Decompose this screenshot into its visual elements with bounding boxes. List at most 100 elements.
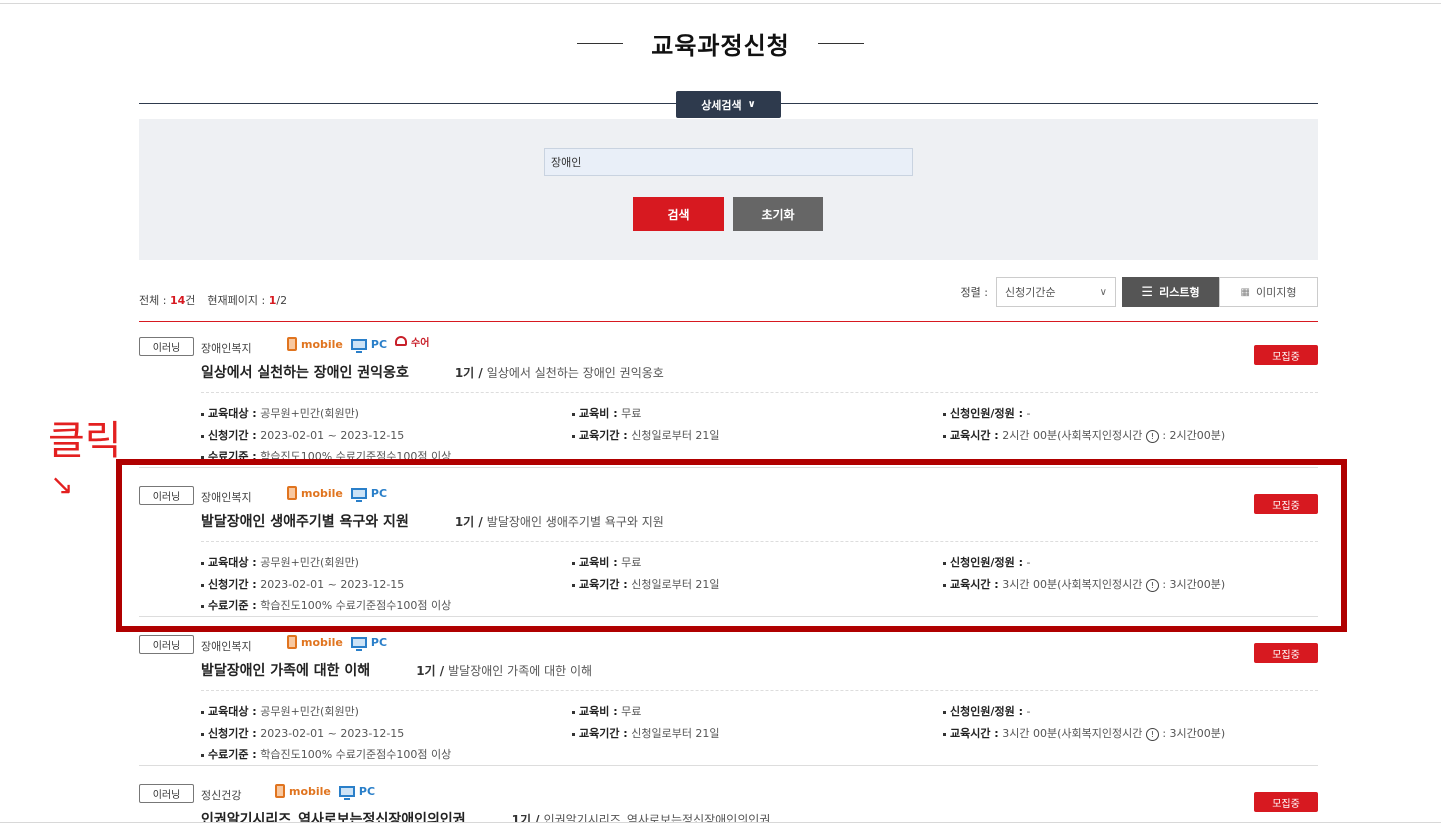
page-total: /2 [276,294,288,307]
info-icon[interactable]: ! [1145,429,1159,443]
course-type-tag: 이러닝 [139,635,194,654]
list-icon: ☰ [1141,284,1154,300]
pc-badge: PC [350,635,388,651]
course-divider [201,690,1318,691]
pc-label: PC [370,635,388,649]
course-type-tag: 이러닝 [139,337,194,356]
mobile-icon [275,784,285,798]
sign-language-icon [395,336,408,346]
total-unit: 건 [185,294,196,307]
course-subtitle: 인권알기시리즈_역사로보는정신장애인의인권 [543,813,771,822]
sort-selected: 신청기간순 [1005,286,1056,299]
reset-button[interactable]: 초기화 [733,197,823,231]
bottom-divider [0,822,1441,823]
view-list-label: 리스트형 [1159,286,1200,299]
info-edu-time: 교육시간 : 2시간 00분(사회복지인정시간 ! : 2시간00분) [943,427,1225,443]
info-completion: 수료기준 : 학습진도100% 수료기준점수100점 이상 [201,746,451,762]
search-panel [139,119,1318,260]
pc-icon [350,338,367,353]
page-indicator: 현재페이지 : 1/2 [207,292,287,308]
info-fee: 교육비 : 무료 [572,703,641,719]
course-type-tag: 이러닝 [139,784,194,803]
mobile-label: mobile [301,635,343,649]
top-divider [0,3,1441,4]
info-edu-period: 교육기간 : 신청일로부터 21일 [572,427,720,443]
course-item[interactable]: 이러닝 장애인복지 mobile PC 수어 모집중 일상에서 실천하는 장애인… [139,322,1318,468]
course-divider [201,392,1318,393]
status-badge: 모집중 [1254,792,1318,812]
course-badges: mobile PC [287,635,388,651]
chevron-down-icon: ∨ [747,99,756,110]
mobile-badge: mobile [287,635,343,649]
total-count-value: 14 [169,294,186,307]
mobile-icon [287,635,297,649]
info-edu-period: 교육기간 : 신청일로부터 21일 [572,725,720,741]
course-title-row: 일상에서 실천하는 장애인 권익옹호 1기 / 일상에서 실천하는 장애인 권익… [201,362,664,382]
page-header: 교육과정신청 [0,26,1441,60]
course-term: 1기 / [416,664,445,678]
pc-label: PC [358,784,376,798]
title-left-dash [577,42,624,44]
pc-badge: PC [350,337,388,353]
sign-label: 수어 [411,337,430,349]
result-summary: 전체 : 14건 현재페이지 : 1/2 [139,292,287,308]
info-target: 교육대상 : 공무원+민간(회원만) [201,703,359,719]
title-right-dash [817,42,864,44]
course-title[interactable]: 발달장애인 가족에 대한 이해 [201,660,370,680]
course-term: 1기 / [511,813,540,822]
view-list-button[interactable]: ☰ 리스트형 [1122,277,1219,307]
course-category: 장애인복지 [201,342,252,355]
course-category: 장애인복지 [201,640,252,653]
total-count: 전체 : 14건 [139,292,195,308]
grid-icon: ▦ [1240,286,1250,298]
mobile-badge: mobile [275,784,331,798]
course-term: 1기 / [454,366,483,380]
course-badges: mobile PC 수어 [287,334,429,353]
page-label: 현재페이지 : [207,294,266,307]
status-badge: 모집중 [1254,643,1318,663]
sort-controls: 정렬 : 신청기간순 ∨ ☰ 리스트형 ▦ 이미지형 [961,277,1318,307]
info-edu-time: 교육시간 : 3시간 00분(사회복지인정시간 ! : 3시간00분) [943,725,1225,741]
info-icon[interactable]: ! [1145,727,1159,741]
info-apply-period: 신청기간 : 2023-02-01 ~ 2023-12-15 [201,427,404,443]
click-highlight-box [116,459,1347,632]
view-image-label: 이미지형 [1255,286,1297,299]
info-target: 교육대상 : 공무원+민간(회원만) [201,405,359,421]
course-category: 정신건강 [201,789,242,802]
search-button[interactable]: 검색 [633,197,724,231]
info-capacity: 신청인원/정원 : - [943,703,1030,719]
status-badge: 모집중 [1254,345,1318,365]
info-apply-period: 신청기간 : 2023-02-01 ~ 2023-12-15 [201,725,404,741]
sign-language-badge: 수어 [395,334,429,349]
info-fee: 교육비 : 무료 [572,405,641,421]
keyword-input[interactable] [544,148,913,176]
arrow-icon: ↘ [50,468,74,501]
detail-search-toggle[interactable]: 상세검색 ∨ [676,91,781,118]
pc-badge: PC [338,784,376,800]
mobile-label: mobile [301,337,343,351]
info-capacity: 신청인원/정원 : - [943,405,1030,421]
chevron-down-icon: ∨ [1099,286,1107,298]
total-label: 전체 : [139,294,167,307]
course-item[interactable]: 이러닝 장애인복지 mobile PC 모집중 발달장애인 가족에 대한 이해 … [139,620,1318,766]
course-title-row: 발달장애인 가족에 대한 이해 1기 / 발달장애인 가족에 대한 이해 [201,660,592,680]
course-title-row: 인권알기시리즈_역사로보는정신장애인의인권 1기 / 인권알기시리즈_역사로보는… [201,809,770,822]
mobile-icon [287,337,297,351]
course-item[interactable]: 이러닝 정신건강 mobile PC 모집중 인권알기시리즈_역사로보는정신장애… [139,769,1318,822]
course-subtitle: 일상에서 실천하는 장애인 권익옹호 [486,366,664,380]
mobile-badge: mobile [287,337,343,351]
sort-select[interactable]: 신청기간순 ∨ [996,277,1116,307]
course-subtitle: 발달장애인 가족에 대한 이해 [448,664,593,678]
course-badges: mobile PC [275,784,376,800]
mobile-label: mobile [289,784,331,798]
sort-label: 정렬 : [960,286,988,299]
course-title[interactable]: 인권알기시리즈_역사로보는정신장애인의인권 [201,809,466,822]
pc-label: PC [370,337,388,351]
page-title: 교육과정신청 [651,31,790,60]
pc-icon [350,636,367,651]
view-image-button[interactable]: ▦ 이미지형 [1219,277,1318,307]
course-title[interactable]: 일상에서 실천하는 장애인 권익옹호 [201,362,409,382]
pc-icon [338,785,355,800]
detail-search-label: 상세검색 [701,98,742,112]
click-annotation: 클릭 [48,418,122,464]
